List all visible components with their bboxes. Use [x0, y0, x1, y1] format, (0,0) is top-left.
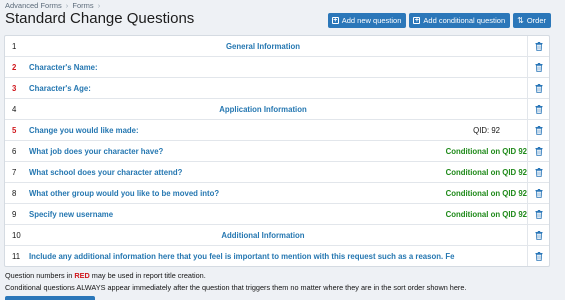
page-title: Standard Change Questions — [5, 10, 195, 27]
question-row[interactable]: 3 Character's Age: — [5, 78, 549, 99]
breadcrumb-separator: › — [65, 1, 69, 10]
question-number: 3 — [12, 84, 17, 93]
question-row[interactable]: 5 Change you would like made: QID: 92 — [5, 120, 549, 141]
question-number: 7 — [12, 168, 17, 177]
question-row[interactable]: 11 Include any additional information her… — [5, 246, 549, 267]
note-red-word: RED — [74, 271, 90, 280]
section-header-link[interactable]: Application Information — [5, 105, 521, 114]
question-link[interactable]: Character's Name: — [29, 63, 98, 72]
note-conditional: Conditional questions ALWAYS appear imme… — [5, 283, 467, 292]
question-link[interactable]: Character's Age: — [29, 84, 91, 93]
trash-icon — [535, 104, 543, 114]
conditional-label: Conditional on QID 92 — [445, 189, 527, 198]
delete-question-button[interactable] — [527, 162, 549, 182]
delete-question-button[interactable] — [527, 141, 549, 161]
breadcrumb-item-forms[interactable]: Forms — [72, 1, 93, 10]
delete-question-button[interactable] — [527, 99, 549, 119]
conditional-label: Conditional on QID 92 — [445, 147, 527, 156]
question-link[interactable]: Specify new username — [29, 210, 113, 219]
note-red-numbers: Question numbers in RED may be used in r… — [5, 271, 206, 280]
delete-question-button[interactable] — [527, 246, 549, 266]
question-row[interactable]: 9 Specify new username Conditional on QID … — [5, 204, 549, 225]
conditional-label: Conditional on QID 92 — [445, 210, 527, 219]
question-link[interactable]: What job does your character have? — [29, 147, 163, 156]
trash-icon — [535, 230, 543, 240]
add-question-button[interactable]: + Add new question — [327, 13, 407, 28]
question-row[interactable]: 1 General Information — [5, 36, 549, 57]
section-header-link[interactable]: Additional Information — [5, 231, 521, 240]
questions-list: 1 General Information 2 Character's Name: 3 C… — [4, 35, 550, 267]
trash-icon — [535, 188, 543, 198]
question-row[interactable]: 8 What other group would you like to be m… — [5, 183, 549, 204]
conditional-label: Conditional on QID 92 — [445, 168, 527, 177]
question-number: 8 — [12, 189, 17, 198]
question-link[interactable]: Change you would like made: — [29, 126, 139, 135]
breadcrumb-separator: › — [97, 1, 101, 10]
delete-question-button[interactable] — [527, 204, 549, 224]
trash-icon — [535, 209, 543, 219]
order-label: Order — [526, 16, 546, 25]
question-row[interactable]: 6 What job does your character have? Condi… — [5, 141, 549, 162]
delete-question-button[interactable] — [527, 36, 549, 56]
add-question-label: Add new question — [341, 16, 402, 25]
question-row[interactable]: 7 What school does your character attend?… — [5, 162, 549, 183]
question-link[interactable]: What other group would you like to be mo… — [29, 189, 219, 198]
question-number: 6 — [12, 147, 17, 156]
note-text: Question numbers in — [5, 271, 75, 280]
save-button[interactable] — [5, 296, 95, 300]
trash-icon — [535, 251, 543, 261]
delete-question-button[interactable] — [527, 78, 549, 98]
question-number: 2 — [12, 63, 17, 72]
order-button[interactable]: ⇅ Order — [513, 13, 551, 28]
plus-square-icon: + — [413, 17, 421, 24]
question-link[interactable]: What school does your character attend? — [29, 168, 182, 177]
breadcrumb-item-advanced-forms[interactable]: Advanced Forms — [5, 1, 62, 10]
add-conditional-label: Add conditional question — [423, 16, 506, 25]
question-number: 5 — [12, 126, 17, 135]
question-row[interactable]: 10 Additional Information — [5, 225, 549, 246]
question-row[interactable]: 4 Application Information — [5, 99, 549, 120]
trash-icon — [535, 62, 543, 72]
section-header-link[interactable]: General Information — [5, 42, 521, 51]
add-conditional-question-button[interactable]: + Add conditional question — [409, 13, 511, 28]
breadcrumb: Advanced Forms › Forms › — [5, 1, 102, 10]
plus-square-icon: + — [331, 17, 339, 24]
trash-icon — [535, 125, 543, 135]
trash-icon — [535, 41, 543, 51]
trash-icon — [535, 83, 543, 93]
qid-label: QID: 92 — [473, 126, 500, 135]
question-row[interactable]: 2 Character's Name: — [5, 57, 549, 78]
question-number: 11 — [12, 252, 21, 261]
toolbar: + Add new question + Add conditional que… — [327, 13, 551, 28]
delete-question-button[interactable] — [527, 120, 549, 140]
note-text: may be used in report title creation. — [89, 271, 206, 280]
delete-question-button[interactable] — [527, 183, 549, 203]
sort-icon: ⇅ — [517, 15, 524, 25]
question-link[interactable]: Include any additional information here … — [29, 252, 521, 261]
trash-icon — [535, 146, 543, 156]
trash-icon — [535, 167, 543, 177]
question-number: 9 — [12, 210, 17, 219]
delete-question-button[interactable] — [527, 225, 549, 245]
delete-question-button[interactable] — [527, 57, 549, 77]
